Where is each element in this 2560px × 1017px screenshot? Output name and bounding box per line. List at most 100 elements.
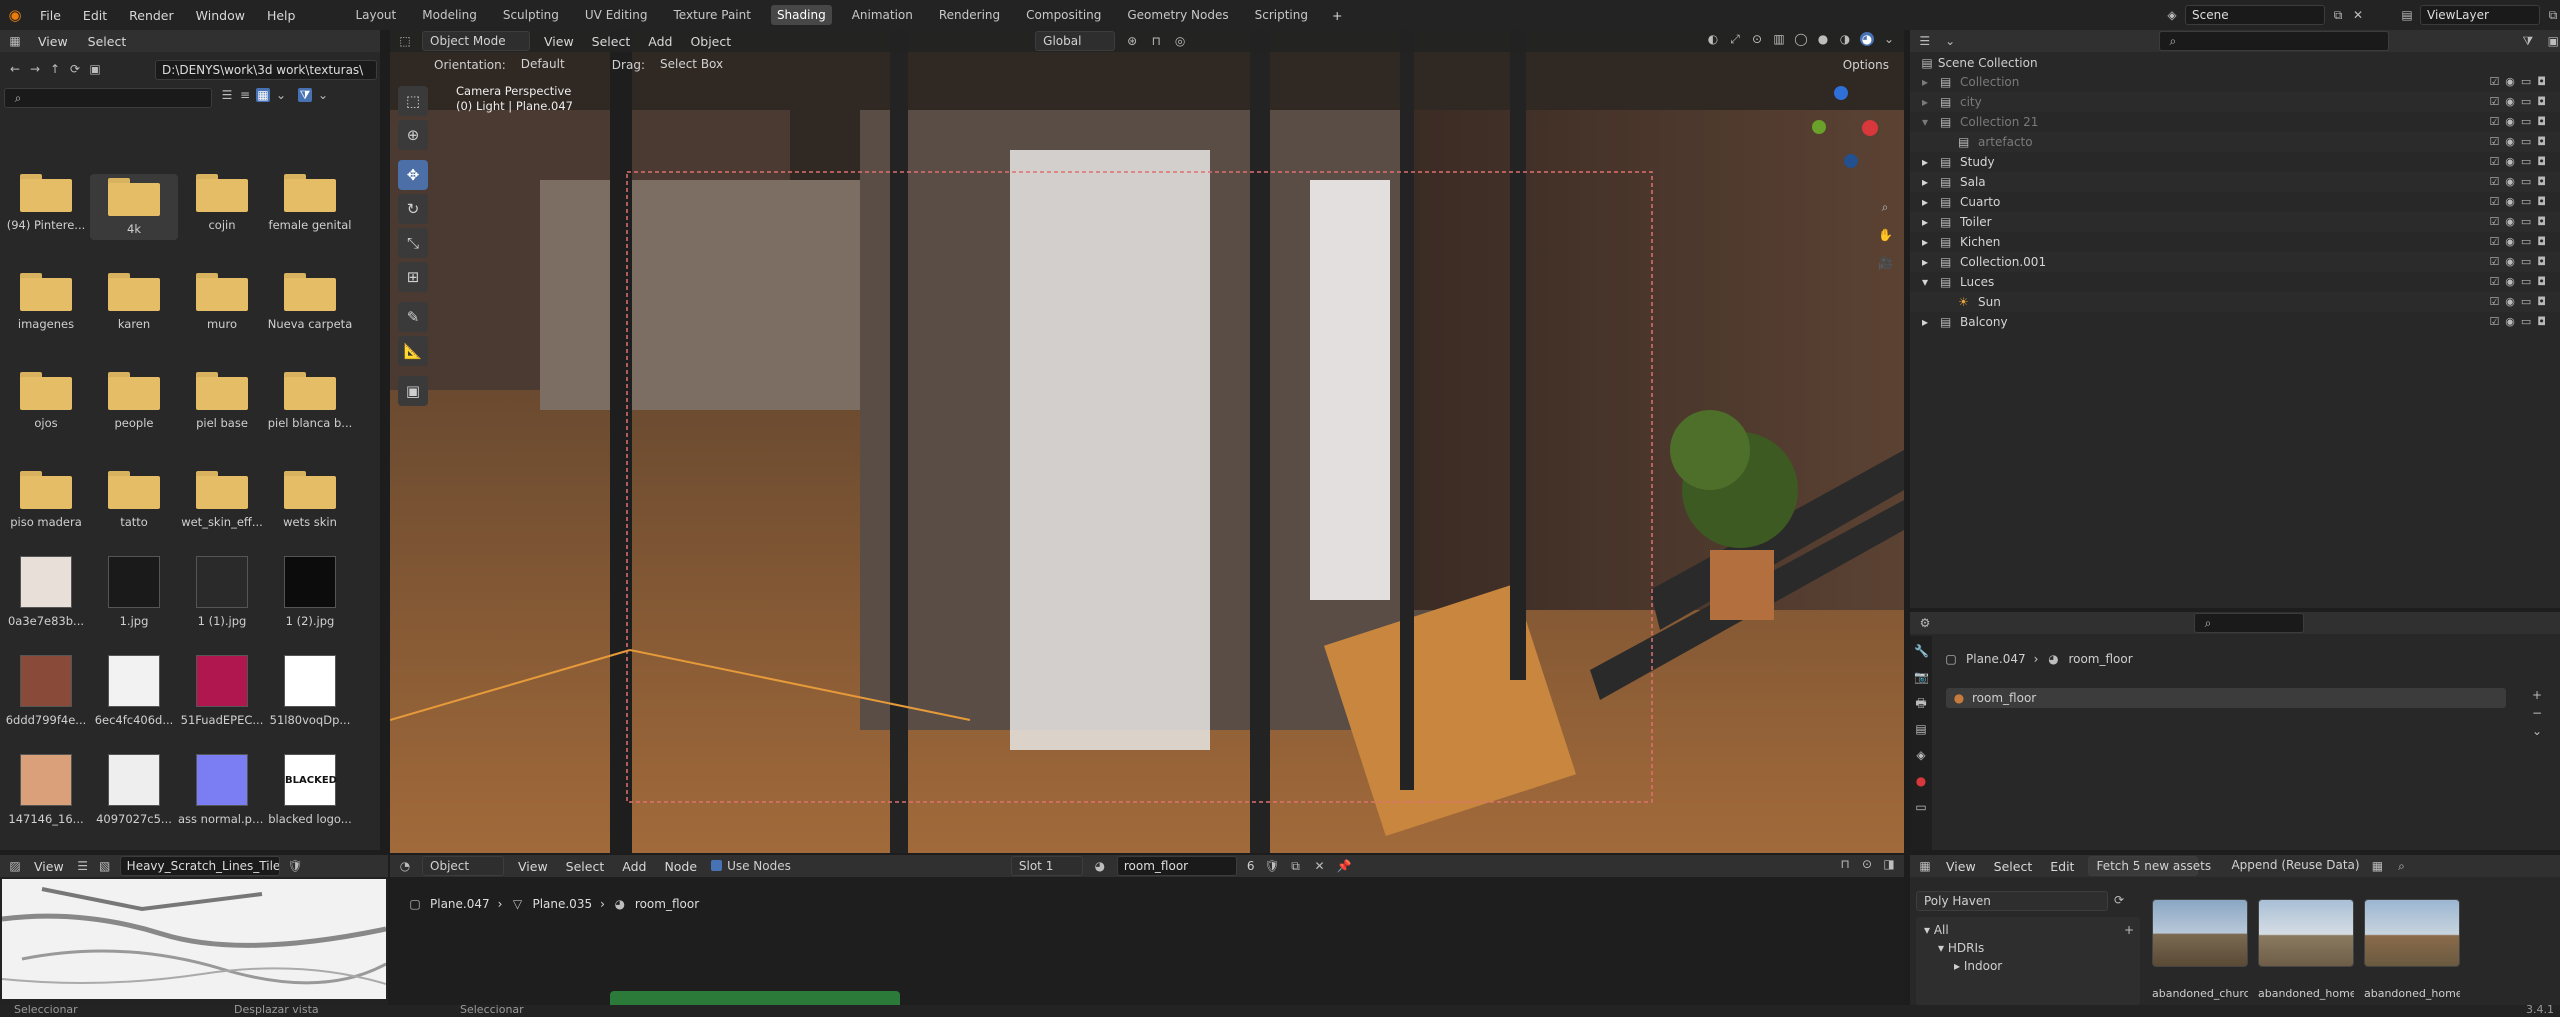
visibility-toggles[interactable]: ☑◉▭◘ [2489,152,2552,172]
list-horizontal-icon[interactable]: ≡ [238,88,252,102]
se-menu-view[interactable]: View [514,857,552,876]
overlays-icon[interactable]: ⊙ [1750,32,1764,46]
folder-item[interactable]: (94) Pintere... [2,174,90,232]
back-icon[interactable]: ← [8,62,22,76]
editor-type-icon[interactable]: ⚙ [1918,616,1932,630]
pan-hand-icon[interactable]: ✋ [1878,228,1893,242]
new-scene-icon[interactable]: ⧉ [2331,8,2345,22]
image-item[interactable]: 147146_16... [2,754,90,826]
folder-item[interactable]: 4k [90,174,178,240]
gizmo-z-icon[interactable] [1834,86,1848,100]
select-box-tool[interactable]: ⬚ [398,86,428,116]
outliner-filter-icon[interactable]: ⧩ [2521,34,2534,48]
menu-edit[interactable]: Edit [79,6,111,25]
vp-menu-add[interactable]: Add [644,32,676,51]
new-folder-icon[interactable]: ▣ [88,62,102,76]
folder-item[interactable]: ojos [2,372,90,430]
menu-render[interactable]: Render [125,6,178,25]
fb-search-input[interactable]: ⌕ [4,88,212,108]
vp-menu-select[interactable]: Select [588,32,635,51]
se-menu-select[interactable]: Select [562,857,609,876]
transform-orientation-dropdown[interactable]: Global [1035,31,1116,51]
se-menu-add[interactable]: Add [618,857,650,876]
solid-shading-icon[interactable]: ● [1816,32,1830,46]
image-item[interactable]: 6ddd799f4e... [2,655,90,727]
snap-icon[interactable]: ⊓ [1149,34,1163,48]
hdri-thumbnail[interactable] [2258,899,2354,967]
fetch-assets-button[interactable]: Fetch 5 new assets [2088,856,2211,876]
import-method-dropdown[interactable]: Append (Reuse Data) [2224,856,2360,876]
tab-layout[interactable]: Layout [349,5,402,25]
editor-type-icon[interactable]: ⬚ [398,34,412,48]
hdri-thumbnail[interactable] [2364,899,2460,967]
add-cube-tool[interactable]: ▣ [398,376,428,406]
asset-library-dropdown[interactable]: Poly Haven [1916,891,2108,911]
display-mode-icon[interactable]: ⌄ [1943,34,1956,48]
3d-viewport[interactable]: ⬚ Object Mode View Select Add Object Glo… [390,30,1904,853]
expand-arrow-icon[interactable]: ▾ [1922,272,1928,292]
outliner-row[interactable]: ▸ ▤ Toiler ☑◉▭◘ [1910,212,2560,232]
search-icon[interactable]: ⌕ [2394,859,2408,873]
sidebar-toggle-icon[interactable]: ◨ [1882,857,1896,871]
material-browse-icon[interactable]: ◕ [1093,859,1107,873]
visibility-toggles[interactable]: ☑◉▭◘ [2489,192,2552,212]
image-item[interactable]: ass normal.png [178,754,266,826]
shader-node[interactable] [610,991,900,1005]
tab-sculpting[interactable]: Sculpting [497,5,565,25]
outliner-row[interactable]: ▤ artefacto ☑◉▭◘ [1910,132,2560,152]
view-layer-tab-icon[interactable]: ▤ [1914,722,1928,736]
tab-geometry-nodes[interactable]: Geometry Nodes [1121,5,1234,25]
catalog-hdris[interactable]: ▾ HDRIs [1938,941,1984,955]
new-viewlayer-icon[interactable]: ⧉ [2546,8,2560,22]
folder-item[interactable]: tatto [90,471,178,529]
expand-arrow-icon[interactable]: ▸ [1922,252,1928,272]
folder-item[interactable]: imagenes [2,273,90,331]
outliner-row[interactable]: ▸ ▤ Kichen ☑◉▭◘ [1910,232,2560,252]
editor-type-icon[interactable]: ▦ [8,34,22,48]
folder-item[interactable]: cojin [178,174,266,232]
expand-arrow-icon[interactable]: ▾ [1922,112,1928,132]
image-item[interactable]: 0a3e7e83b... [2,556,90,628]
menu-window[interactable]: Window [192,6,249,25]
gizmo-x-icon[interactable] [1862,120,1878,136]
visibility-toggles[interactable]: ☑◉▭◘ [2489,72,2552,92]
folder-item[interactable]: piel base [178,372,266,430]
list-vertical-icon[interactable]: ☰ [220,88,234,102]
folder-item[interactable]: female genital [266,174,354,232]
hdri-thumbnail[interactable] [2152,899,2248,967]
image-item[interactable]: BLACKED blacked logo... [266,754,354,826]
scene-collection-row[interactable]: ▤ Scene Collection [1920,56,2037,70]
folder-item[interactable]: karen [90,273,178,331]
scene-icon[interactable]: ◈ [2165,8,2179,22]
xray-icon[interactable]: ▥ [1772,32,1786,46]
ab-menu-edit[interactable]: Edit [2046,857,2078,876]
outliner-row[interactable]: ▾ ▤ Luces ☑◉▭◘ [1910,272,2560,292]
outliner-row[interactable]: ▾ ▤ Collection 21 ☑◉▭◘ [1910,112,2560,132]
visibility-toggles[interactable]: ☑◉▭◘ [2489,272,2552,292]
image-item[interactable]: 1 (1).jpg [178,556,266,628]
ab-menu-select[interactable]: Select [1990,857,2037,876]
outliner-row[interactable]: ▸ ▤ Collection.001 ☑◉▭◘ [1910,252,2560,272]
display-mode-icon[interactable]: ▦ [2370,859,2384,873]
tool-tab-icon[interactable]: 🔧 [1914,644,1929,658]
material-shading-icon[interactable]: ◑ [1838,32,1852,46]
catalog-all[interactable]: ▾ All [1924,923,1949,937]
delete-scene-icon[interactable]: ✕ [2351,8,2365,22]
remove-slot-icon[interactable]: − [2530,706,2544,720]
shading-options-icon[interactable]: ⌄ [1882,32,1896,46]
ab-menu-view[interactable]: View [1942,857,1980,876]
scene-field[interactable]: Scene [2185,5,2325,25]
tab-scripting[interactable]: Scripting [1249,5,1314,25]
image-name-field[interactable]: Heavy_Scratch_Lines_Tiled.jpg [119,856,280,876]
folder-item[interactable]: people [90,372,178,430]
ie-menu-view[interactable]: View [30,857,68,876]
tab-uv-editing[interactable]: UV Editing [579,5,654,25]
duplicate-material-icon[interactable]: ⧉ [1289,859,1303,873]
tab-texture-paint[interactable]: Texture Paint [668,5,757,25]
visibility-toggles[interactable]: ☑◉▭◘ [2489,212,2552,232]
hamburger-icon[interactable]: ☰ [76,859,90,873]
overlay-icon[interactable]: ⊙ [1860,857,1874,871]
editor-type-icon[interactable]: ◔ [398,859,412,873]
add-catalog-icon[interactable]: + [2122,923,2136,937]
outliner-row[interactable]: ▸ ▤ Sala ☑◉▭◘ [1910,172,2560,192]
